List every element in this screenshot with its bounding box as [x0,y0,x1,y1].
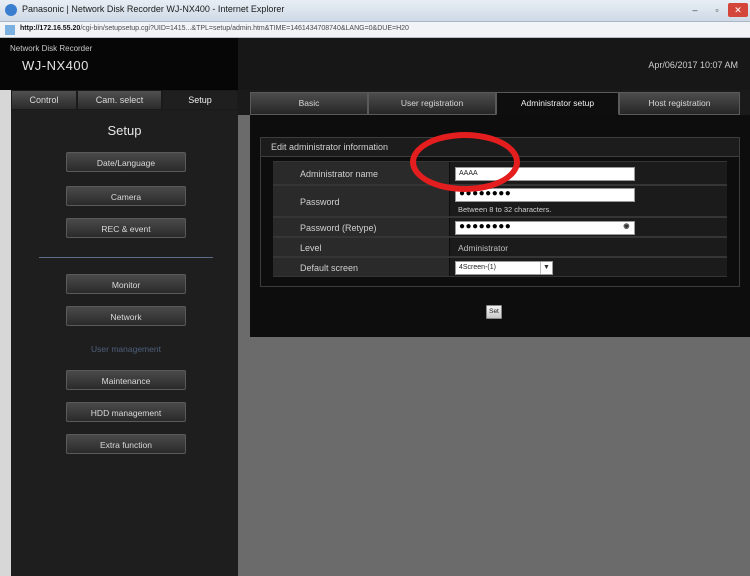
setup-sidebar: Setup Date/Language Camera REC & event M… [11,110,238,576]
page-icon [5,25,15,35]
form-section-title: Edit administrator information [271,142,389,152]
level-row: Level Administrator [273,237,727,257]
tab-setup[interactable]: Setup [162,90,238,110]
password-hint: Between 8 to 32 characters. [458,205,552,214]
password-retype-label: Password (Retype) [300,223,377,233]
admin-setup-panel: Edit administrator information Administr… [250,115,750,337]
browser-titlebar: Panasonic | Network Disk Recorder WJ-NX4… [0,0,750,22]
password-retype-mask: ●●●●●●●● [459,221,512,232]
admin-name-row: Administrator name AAAA [273,161,727,185]
main-tab-bar: Basic User registration Administrator se… [238,90,750,115]
form-section-header: Edit administrator information [261,138,739,157]
default-screen-select[interactable]: 4Screen-(1) ▼ [455,261,553,275]
date-time: Apr/06/2017 10:07 AM [648,60,738,70]
model-name: WJ-NX400 [22,58,89,73]
sidebar-item-monitor[interactable]: Monitor [66,274,186,294]
brand-area: Network Disk Recorder WJ-NX400 [0,38,238,90]
sidebar-item-user-management[interactable]: User management [66,338,186,358]
chevron-down-icon[interactable]: ▼ [540,262,552,274]
admin-name-label: Administrator name [300,169,379,179]
level-label: Level [300,243,322,253]
url-text[interactable]: http://172.16.55.20/cgi-bin/setupsetup.c… [20,25,409,32]
sidebar-item-rec-event[interactable]: REC & event [66,218,186,238]
maximize-button[interactable]: ▫ [706,3,728,17]
minimize-button[interactable]: – [684,3,706,17]
internet-explorer-icon [5,4,17,16]
default-screen-value: 4Screen-(1) [459,264,496,271]
tab-basic[interactable]: Basic [250,92,368,115]
tab-host-registration[interactable]: Host registration [619,92,740,115]
url-path: /cgi-bin/setupsetup.cgi?UID=1415...&TPL=… [80,25,409,32]
url-host: http://172.16.55.20 [20,25,81,32]
tab-administrator-setup[interactable]: Administrator setup [496,92,619,115]
admin-name-input[interactable]: AAAA [455,167,635,181]
tab-control[interactable]: Control [11,90,77,110]
edit-admin-form: Edit administrator information Administr… [260,137,740,287]
sidebar-item-camera[interactable]: Camera [66,186,186,206]
address-bar[interactable]: http://172.16.55.20/cgi-bin/setupsetup.c… [0,22,750,38]
sidebar-item-network[interactable]: Network [66,306,186,326]
sidebar-title: Setup [107,123,142,138]
set-button[interactable]: Set [486,305,502,319]
password-retype-row: Password (Retype) ●●●●●●●● ◉ [273,217,727,237]
sidebar-item-hdd-management[interactable]: HDD management [66,402,186,422]
close-button[interactable]: ✕ [728,3,748,17]
window-title: Panasonic | Network Disk Recorder WJ-NX4… [22,4,285,14]
product-line: Network Disk Recorder [10,44,93,53]
reveal-password-icon[interactable]: ◉ [623,222,630,232]
password-label: Password [300,197,340,207]
sidebar-divider [39,257,213,258]
level-value: Administrator [458,243,509,253]
left-tab-bar: Control Cam. select Setup [11,90,238,110]
password-row: Password ●●●●●●●● Between 8 to 32 charac… [273,185,727,217]
app-header: Network Disk Recorder WJ-NX400 Apr/06/20… [0,38,750,90]
password-retype-input[interactable]: ●●●●●●●● ◉ [455,221,635,235]
main-area: Basic User registration Administrator se… [238,90,750,576]
sidebar-item-extra-function[interactable]: Extra function [66,434,186,454]
default-screen-label: Default screen [300,263,359,273]
sidebar-item-date-language[interactable]: Date/Language [66,152,186,172]
sidebar-item-maintenance[interactable]: Maintenance [66,370,186,390]
password-input[interactable]: ●●●●●●●● [455,188,635,202]
tab-cam-select[interactable]: Cam. select [77,90,162,110]
tab-user-registration[interactable]: User registration [368,92,496,115]
default-screen-row: Default screen 4Screen-(1) ▼ [273,257,727,277]
